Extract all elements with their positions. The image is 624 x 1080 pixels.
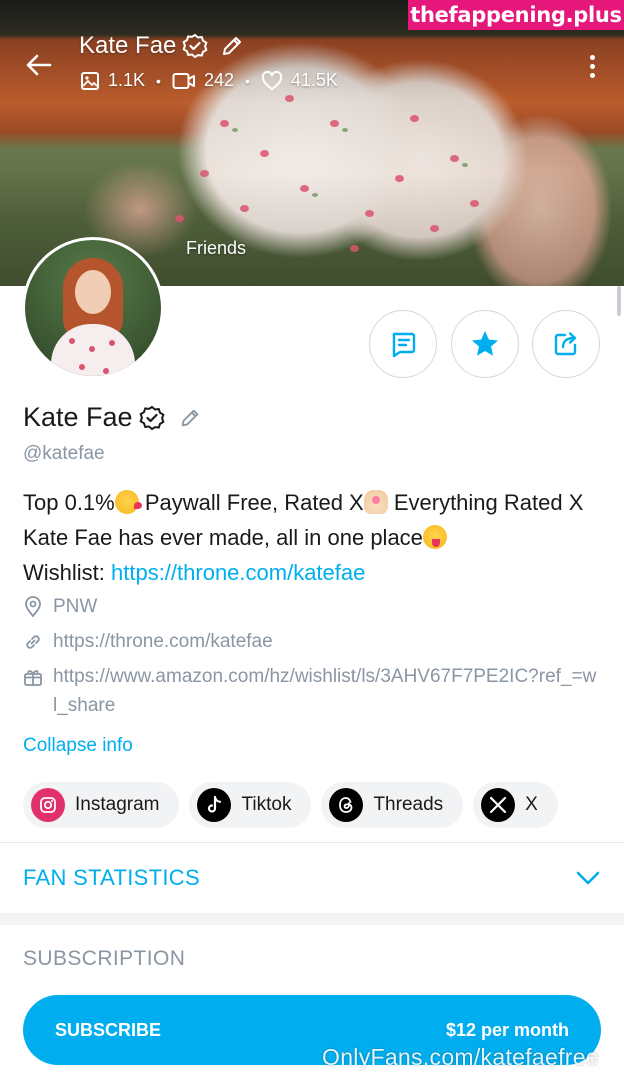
scrollbar-thumb[interactable] xyxy=(617,286,621,316)
subscription-title: SUBSCRIPTION xyxy=(23,947,186,970)
subscribe-label: SUBSCRIBE xyxy=(55,1019,162,1040)
collapse-info-link[interactable]: Collapse info xyxy=(23,735,133,757)
message-button[interactable] xyxy=(369,310,437,378)
verified-icon xyxy=(182,33,208,59)
stat-likes: 41.5K xyxy=(261,70,338,91)
cover-stats: 1.1K • 242 • 41.5K xyxy=(80,70,338,91)
edit-pencil-icon[interactable] xyxy=(220,34,244,58)
bio-text-1: Top 0.1% xyxy=(23,490,115,515)
kissing-face-icon xyxy=(114,490,142,514)
stat-photos: 1.1K xyxy=(80,70,145,91)
profile-name: Kate Fae xyxy=(23,402,133,432)
social-tiktok[interactable]: Tiktok xyxy=(189,782,312,828)
section-separator xyxy=(0,913,624,925)
profile-name-row: Kate Fae xyxy=(23,402,201,433)
cover-name: Kate Fae xyxy=(79,32,177,59)
stat-videos: 242 xyxy=(172,70,234,91)
share-button[interactable] xyxy=(532,310,600,378)
location-pin-icon xyxy=(25,595,41,617)
winking-tongue-face-icon xyxy=(422,525,447,549)
social-tiktok-label: Tiktok xyxy=(241,794,292,815)
more-dot-icon xyxy=(589,72,595,78)
top-bar: Kate Fae 1.1K • 242 • 41.5K xyxy=(0,0,624,110)
social-x[interactable]: X xyxy=(473,782,558,828)
share-icon xyxy=(554,332,577,356)
more-options-button[interactable] xyxy=(580,52,604,80)
verified-icon xyxy=(139,405,165,430)
stat-likes-value: 41.5K xyxy=(290,70,338,90)
social-x-label: X xyxy=(525,794,538,815)
wishlist-label: Wishlist: xyxy=(23,560,111,585)
fan-statistics-label: FAN STATISTICS xyxy=(23,865,200,890)
x-icon xyxy=(481,788,516,822)
star-icon xyxy=(472,331,498,356)
image-icon xyxy=(81,71,99,90)
watermark-url: OnlyFans.com/katefaefree xyxy=(322,1044,599,1070)
social-threads[interactable]: Threads xyxy=(321,782,464,828)
heart-icon xyxy=(261,70,282,90)
website-link[interactable]: https://throne.com/katefae xyxy=(53,627,273,656)
heart-hands-icon xyxy=(363,490,388,514)
link-icon xyxy=(26,634,40,649)
message-icon xyxy=(392,332,416,358)
location-text: PNW xyxy=(53,596,98,617)
profile-bio: Top 0.1% Paywall Free, Rated X Everythin… xyxy=(23,485,608,590)
social-instagram-label: Instagram xyxy=(75,794,160,815)
profile-handle: @katefae xyxy=(23,443,105,464)
social-links: Instagram Tiktok Threads X xyxy=(23,782,558,828)
instagram-icon xyxy=(31,788,65,822)
subscribe-price: $12 per month xyxy=(445,1019,569,1040)
amazon-link[interactable]: https://www.amazon.com/hz/wishlist/ls/3A… xyxy=(53,662,598,720)
website-row[interactable]: https://throne.com/katefae xyxy=(23,627,273,656)
amazon-row[interactable]: https://www.amazon.com/hz/wishlist/ls/3A… xyxy=(23,662,603,720)
gift-icon xyxy=(24,669,42,686)
cover-title-row: Kate Fae xyxy=(79,32,244,60)
chevron-down-icon xyxy=(576,871,600,885)
fan-statistics-toggle[interactable]: FAN STATISTICS xyxy=(0,843,624,913)
social-instagram[interactable]: Instagram xyxy=(23,782,180,828)
avatar[interactable] xyxy=(22,237,164,379)
favorite-button[interactable] xyxy=(451,310,519,378)
stat-videos-value: 242 xyxy=(203,70,234,90)
more-dot-icon xyxy=(589,63,595,69)
video-icon xyxy=(172,72,195,89)
wishlist-link[interactable]: https://throne.com/katefae xyxy=(111,560,365,585)
back-arrow-icon xyxy=(26,54,52,76)
edit-pencil-icon[interactable] xyxy=(179,407,201,429)
threads-icon xyxy=(329,788,364,822)
location-row: PNW xyxy=(23,592,97,621)
more-dot-icon xyxy=(589,54,595,60)
cover-friends-label: Friends xyxy=(186,238,247,258)
tiktok-icon xyxy=(197,788,232,822)
social-threads-label: Threads xyxy=(373,794,444,815)
bio-text-2: Paywall Free, Rated X xyxy=(138,490,364,515)
avatar-image xyxy=(25,240,161,376)
stat-photos-value: 1.1K xyxy=(108,70,146,90)
back-button[interactable] xyxy=(22,48,56,82)
